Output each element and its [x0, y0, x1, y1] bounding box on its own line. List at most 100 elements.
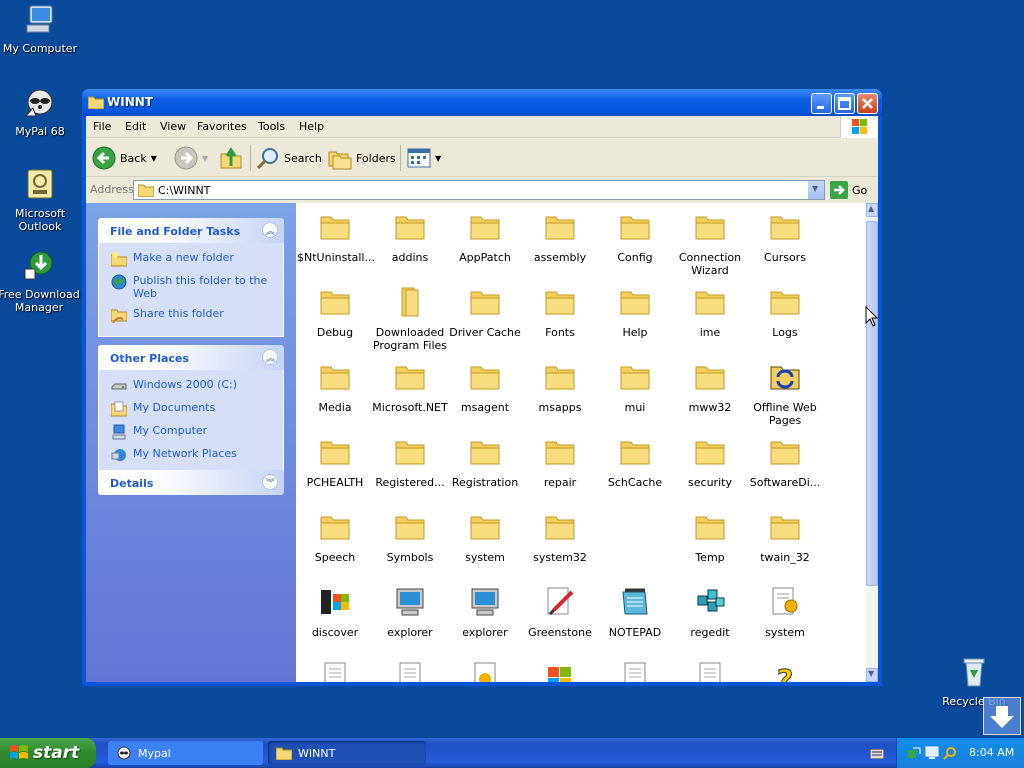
- file-item[interactable]: [372, 661, 448, 682]
- group-header[interactable]: Details ︾: [98, 470, 284, 495]
- menu-edit[interactable]: Edit: [125, 120, 146, 133]
- file-item[interactable]: Offline Web Pages: [747, 361, 823, 427]
- network-tray-icon[interactable]: [907, 746, 921, 760]
- scroll-down-button[interactable]: ▼: [866, 668, 878, 682]
- collapse-chevron-icon[interactable]: ︽: [262, 222, 278, 238]
- expand-chevron-icon[interactable]: ︾: [262, 474, 278, 490]
- file-item[interactable]: system: [447, 511, 523, 564]
- group-header[interactable]: Other Places ︽: [98, 345, 284, 370]
- vertical-scrollbar[interactable]: ▲ ▼: [866, 203, 878, 682]
- forward-button[interactable]: ▼: [174, 145, 208, 171]
- file-item[interactable]: SchCache: [597, 436, 673, 489]
- file-item[interactable]: twain_32: [747, 511, 823, 564]
- file-item[interactable]: $NtUninstall...: [297, 211, 375, 264]
- file-item[interactable]: discover: [297, 586, 373, 639]
- file-item[interactable]: Temp: [672, 511, 748, 564]
- file-item[interactable]: Driver Cache: [447, 286, 523, 339]
- file-item[interactable]: NOTEPAD: [597, 586, 673, 639]
- maximize-button[interactable]: [834, 93, 855, 114]
- desktop-icon-fdm[interactable]: Free Download Manager: [0, 249, 80, 314]
- chevron-down-icon[interactable]: ▼: [151, 154, 157, 163]
- address-input[interactable]: C:\WINNT ▼: [133, 180, 825, 200]
- file-item[interactable]: [672, 661, 748, 682]
- file-item[interactable]: Connection Wizard: [672, 211, 748, 277]
- scroll-thumb[interactable]: [866, 221, 878, 586]
- folders-button[interactable]: Folders: [328, 145, 396, 171]
- file-item[interactable]: system: [747, 586, 823, 639]
- file-item[interactable]: ?: [747, 661, 823, 683]
- group-header[interactable]: File and Folder Tasks ︽: [98, 218, 284, 243]
- file-item[interactable]: explorer: [372, 586, 448, 639]
- menu-tools[interactable]: Tools: [258, 120, 285, 133]
- chevron-down-icon[interactable]: ▼: [202, 154, 208, 163]
- menu-help[interactable]: Help: [299, 120, 324, 133]
- file-item[interactable]: AppPatch: [447, 211, 523, 264]
- task-publish-web[interactable]: Publish this folder to the Web: [111, 274, 273, 300]
- collapse-chevron-icon[interactable]: ︽: [262, 349, 278, 365]
- up-folder-button[interactable]: [219, 145, 243, 171]
- file-item[interactable]: mww32: [672, 361, 748, 414]
- taskbar-button-mypal[interactable]: Mypal: [108, 741, 263, 765]
- file-item[interactable]: system32: [522, 511, 598, 564]
- taskbar-button-winnt[interactable]: WINNT: [268, 741, 426, 765]
- task-share-folder[interactable]: Share this folder: [111, 307, 273, 323]
- close-button[interactable]: [857, 93, 878, 114]
- chevron-down-icon[interactable]: ▼: [435, 154, 441, 163]
- place-my-network[interactable]: My Network Places: [111, 447, 273, 463]
- search-tray-icon[interactable]: [943, 746, 957, 760]
- file-item[interactable]: Registered...: [372, 436, 448, 489]
- file-item[interactable]: msapps: [522, 361, 598, 414]
- start-button[interactable]: start: [0, 738, 96, 768]
- file-item[interactable]: mui: [597, 361, 673, 414]
- file-item[interactable]: ime: [672, 286, 748, 339]
- file-item[interactable]: Downloaded Program Files: [372, 286, 448, 352]
- file-item[interactable]: [447, 661, 523, 682]
- file-item[interactable]: Speech: [297, 511, 373, 564]
- address-dropdown-button[interactable]: ▼: [807, 181, 824, 199]
- file-item[interactable]: Registration: [447, 436, 523, 489]
- file-item[interactable]: Help: [597, 286, 673, 339]
- file-item[interactable]: explorer: [447, 586, 523, 639]
- file-item[interactable]: Greenstone: [522, 586, 598, 639]
- file-item[interactable]: Debug: [297, 286, 373, 339]
- go-button[interactable]: Go: [830, 181, 867, 199]
- file-item[interactable]: Cursors: [747, 211, 823, 264]
- window-titlebar[interactable]: WINNT: [82, 89, 882, 116]
- file-item[interactable]: addins: [372, 211, 448, 264]
- keyboard-icon[interactable]: [870, 749, 884, 759]
- file-item[interactable]: Symbols: [372, 511, 448, 564]
- desktop-icon-my-computer[interactable]: My Computer: [0, 3, 80, 55]
- file-item[interactable]: [597, 661, 673, 682]
- minimize-button[interactable]: [811, 93, 832, 114]
- file-item[interactable]: SoftwareDi...: [747, 436, 823, 489]
- file-item[interactable]: [522, 661, 598, 682]
- place-windows-2000[interactable]: Windows 2000 (C:): [111, 378, 273, 394]
- file-item[interactable]: Fonts: [522, 286, 598, 339]
- file-item[interactable]: PCHEALTH: [297, 436, 373, 489]
- file-item[interactable]: regedit: [672, 586, 748, 639]
- scroll-down-overlay[interactable]: [983, 697, 1021, 735]
- desktop-icon-mypal[interactable]: MyPal 68: [0, 86, 80, 138]
- file-item[interactable]: assembly: [522, 211, 598, 264]
- file-item[interactable]: repair: [522, 436, 598, 489]
- search-button[interactable]: Search: [256, 145, 322, 171]
- task-make-folder[interactable]: Make a new folder: [111, 251, 273, 267]
- place-my-documents[interactable]: My Documents: [111, 401, 273, 417]
- menu-file[interactable]: File: [93, 120, 111, 133]
- place-my-computer[interactable]: My Computer: [111, 424, 273, 440]
- menu-favorites[interactable]: Favorites: [197, 120, 247, 133]
- back-button[interactable]: Back ▼: [92, 145, 157, 171]
- file-item[interactable]: Logs: [747, 286, 823, 339]
- offline-folder-icon: [770, 366, 800, 390]
- file-item[interactable]: msagent: [447, 361, 523, 414]
- file-item[interactable]: Microsoft.NET: [372, 361, 448, 414]
- file-item[interactable]: security: [672, 436, 748, 489]
- desktop-icon-outlook[interactable]: Microsoft Outlook: [0, 168, 80, 233]
- menu-view[interactable]: View: [160, 120, 186, 133]
- file-item[interactable]: [297, 661, 373, 682]
- file-item[interactable]: Config: [597, 211, 673, 264]
- scroll-up-button[interactable]: ▲: [866, 203, 878, 217]
- display-tray-icon[interactable]: [925, 746, 939, 760]
- views-button[interactable]: ▼: [407, 145, 441, 171]
- file-item[interactable]: Media: [297, 361, 373, 414]
